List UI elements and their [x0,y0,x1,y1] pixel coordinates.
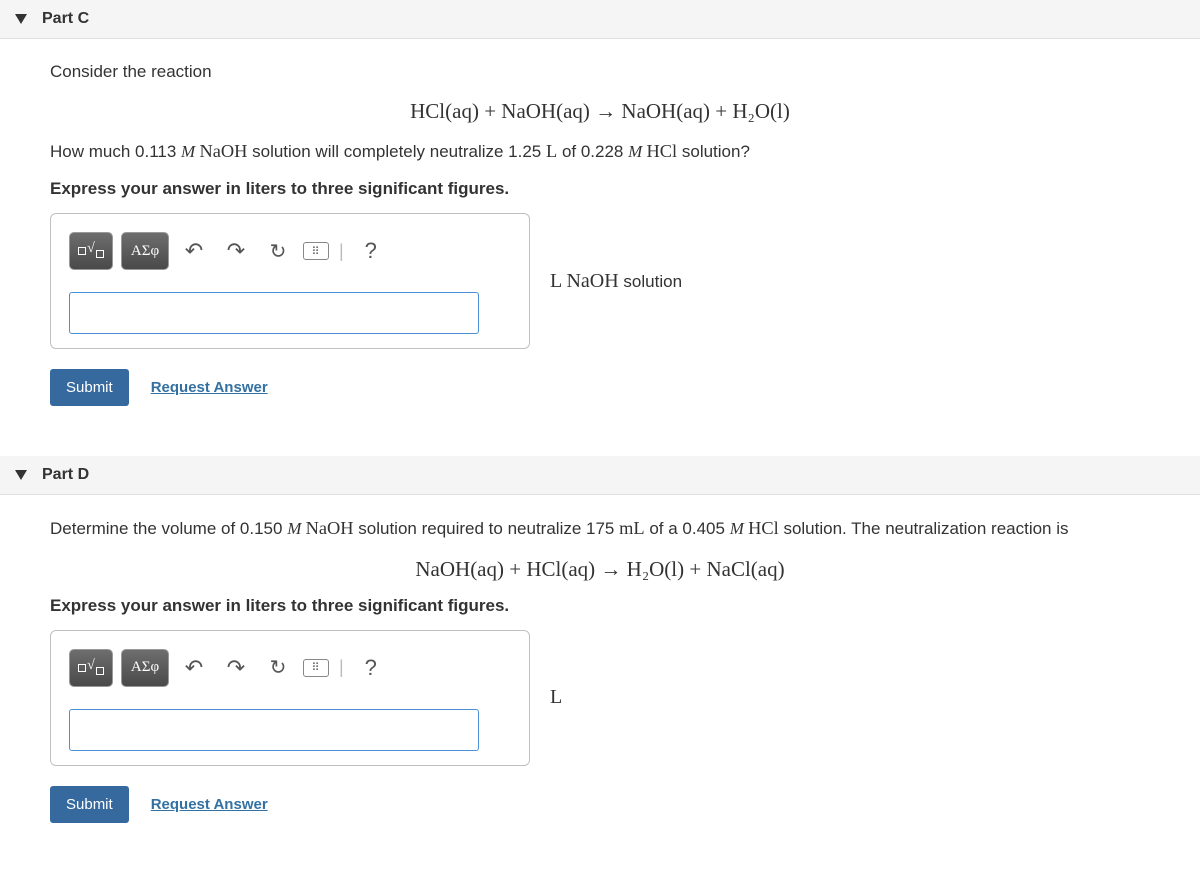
part-c-answer-box: √ ΑΣφ | ? [50,213,530,349]
request-answer-link[interactable]: Request Answer [151,379,268,396]
part-c: Part C Consider the reaction HCl(aq) + N… [0,0,1200,426]
greek-button[interactable]: ΑΣφ [121,232,169,270]
redo-icon[interactable] [219,234,253,268]
redo-icon[interactable] [219,651,253,685]
part-d-toolbar: √ ΑΣφ | ? [69,649,511,687]
part-d-header[interactable]: Part D [0,456,1200,495]
greek-button[interactable]: ΑΣφ [121,649,169,687]
request-answer-link[interactable]: Request Answer [151,796,268,813]
submit-button[interactable]: Submit [50,369,129,406]
part-d-body: Determine the volume of 0.150 M NaOH sol… [0,495,1200,843]
submit-button[interactable]: Submit [50,786,129,823]
part-d: Part D Determine the volume of 0.150 M N… [0,456,1200,843]
part-c-intro: Consider the reaction [50,59,1150,85]
keyboard-icon[interactable] [303,659,329,677]
box-icon-2 [96,250,104,258]
part-c-header[interactable]: Part C [0,0,1200,39]
part-c-equation: HCl(aq) + NaOH(aq) → NaOH(aq) + H₂O(l) [50,99,1150,124]
reset-icon[interactable] [261,651,295,685]
box-icon [78,247,86,255]
undo-icon[interactable] [177,234,211,268]
part-d-answer-box: √ ΑΣφ | ? [50,630,530,766]
part-c-body: Consider the reaction HCl(aq) + NaOH(aq)… [0,39,1200,426]
part-c-toolbar: √ ΑΣφ | ? [69,232,511,270]
part-d-units: L [550,686,562,709]
caret-down-icon [15,470,27,480]
help-button[interactable]: ? [354,234,388,268]
keyboard-icon[interactable] [303,242,329,260]
part-d-instruction: Express your answer in liters to three s… [50,596,1150,616]
template-button[interactable]: √ [69,649,113,687]
part-c-question: How much 0.113 M NaOH solution will comp… [50,138,1150,166]
part-c-actions: Submit Request Answer [50,369,1150,406]
divider: | [339,241,344,262]
undo-icon[interactable] [177,651,211,685]
divider: | [339,657,344,678]
part-d-question: Determine the volume of 0.150 M NaOH sol… [50,515,1150,543]
part-d-title: Part D [42,466,89,484]
part-c-units: L NaOH solution [550,270,682,293]
caret-down-icon [15,14,27,24]
part-d-answer-input[interactable] [69,709,479,751]
reset-icon[interactable] [261,234,295,268]
part-c-answer-input[interactable] [69,292,479,334]
part-c-title: Part C [42,10,89,28]
part-d-actions: Submit Request Answer [50,786,1150,823]
box-icon-2 [96,667,104,675]
help-button[interactable]: ? [354,651,388,685]
part-d-equation: NaOH(aq) + HCl(aq) → H₂O(l) + NaCl(aq) [50,557,1150,582]
template-button[interactable]: √ [69,232,113,270]
root-icon: √ [87,658,95,674]
box-icon [78,664,86,672]
root-icon: √ [87,241,95,257]
part-c-instruction: Express your answer in liters to three s… [50,179,1150,199]
